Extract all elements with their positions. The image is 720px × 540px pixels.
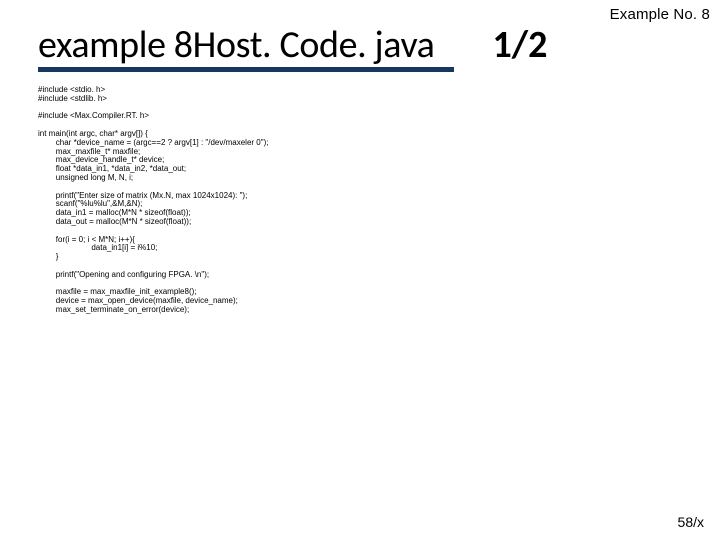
- title-row: example 8Host. Code. java 1/2: [38, 22, 706, 68]
- example-tag: Example No. 8: [610, 6, 710, 23]
- slide-number: 58/x: [678, 514, 704, 530]
- slide: Example No. 8 example 8Host. Code. java …: [0, 0, 720, 540]
- page-title: example 8Host. Code. java: [38, 22, 435, 68]
- page-indicator: 1/2: [493, 22, 548, 68]
- code-block: #include <stdio. h> #include <stdlib. h>…: [38, 86, 706, 315]
